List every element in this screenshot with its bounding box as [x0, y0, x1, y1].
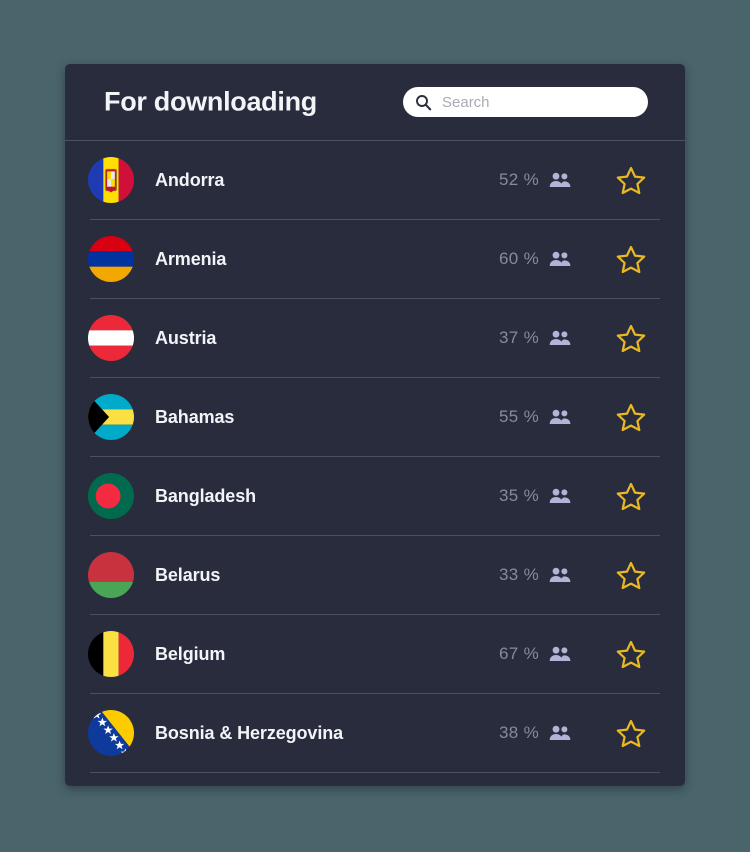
favorite-star-icon[interactable] — [616, 719, 646, 748]
for-downloading-card: For downloading Andorra 52 % Armenia 60 % Au… — [65, 64, 685, 786]
page-title: For downloading — [104, 86, 317, 117]
country-name: Austria — [155, 327, 217, 348]
row-divider — [90, 772, 660, 773]
download-percent: 37 % — [499, 328, 539, 347]
country-list: Andorra 52 % Armenia 60 % Austria 37 % Bahamas… — [65, 141, 685, 773]
people-icon — [549, 488, 571, 504]
country-name: Belarus — [155, 564, 221, 585]
flag-belarus-icon — [88, 552, 134, 598]
people-icon — [549, 330, 571, 346]
favorite-star-icon[interactable] — [616, 324, 646, 353]
table-row[interactable]: Austria 37 % — [65, 299, 685, 377]
favorite-star-icon[interactable] — [616, 403, 646, 432]
download-percent: 35 % — [499, 486, 539, 505]
table-row[interactable]: Andorra 52 % — [65, 141, 685, 219]
flag-belgium-icon — [88, 631, 134, 677]
download-percent: 38 % — [499, 723, 539, 742]
flag-bahamas-icon — [88, 394, 134, 440]
favorite-star-icon[interactable] — [616, 166, 646, 195]
search-icon — [415, 94, 432, 111]
favorite-star-icon[interactable] — [616, 561, 646, 590]
country-name: Bosnia & Herzegovina — [155, 722, 344, 743]
table-row[interactable]: Bosnia & Herzegovina 38 % — [65, 694, 685, 772]
people-icon — [549, 646, 571, 662]
country-name: Belgium — [155, 643, 226, 664]
flag-andorra-icon — [88, 157, 134, 203]
country-name: Armenia — [155, 248, 227, 269]
people-icon — [549, 409, 571, 425]
table-row[interactable]: Armenia 60 % — [65, 220, 685, 298]
people-icon — [549, 172, 571, 188]
favorite-star-icon[interactable] — [616, 482, 646, 511]
favorite-star-icon[interactable] — [616, 640, 646, 669]
people-icon — [549, 567, 571, 583]
download-percent: 60 % — [499, 249, 539, 268]
table-row[interactable]: Belgium 67 % — [65, 615, 685, 693]
download-percent: 55 % — [499, 407, 539, 426]
download-percent: 33 % — [499, 565, 539, 584]
flag-bosnia-herzegovina-icon — [88, 710, 134, 756]
table-row[interactable]: Bangladesh 35 % — [65, 457, 685, 535]
search-box[interactable] — [403, 87, 648, 117]
download-percent: 67 % — [499, 644, 539, 663]
flag-armenia-icon — [88, 236, 134, 282]
download-percent: 52 % — [499, 170, 539, 189]
country-name: Bangladesh — [155, 485, 257, 506]
country-name: Bahamas — [155, 406, 235, 427]
flag-bangladesh-icon — [88, 473, 134, 519]
card-header: For downloading — [65, 64, 685, 140]
table-row[interactable]: Belarus 33 % — [65, 536, 685, 614]
flag-austria-icon — [88, 315, 134, 361]
favorite-star-icon[interactable] — [616, 245, 646, 274]
people-icon — [549, 251, 571, 267]
search-input[interactable] — [442, 87, 638, 117]
table-row[interactable]: Bahamas 55 % — [65, 378, 685, 456]
people-icon — [549, 725, 571, 741]
country-name: Andorra — [155, 169, 225, 190]
